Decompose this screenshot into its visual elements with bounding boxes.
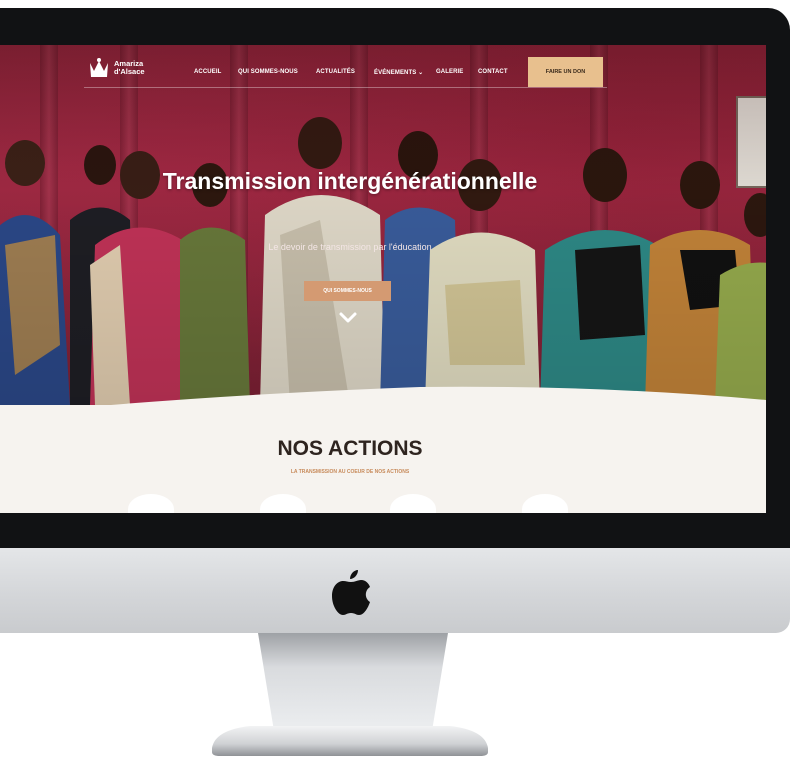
action-card-top[interactable]	[260, 494, 306, 513]
nos-actions-title: NOS ACTIONS	[277, 437, 423, 460]
top-navigation: Amariza d'Alsace ACCUEIL QUI SOMMES-NOUS…	[84, 53, 607, 88]
action-card-top[interactable]	[390, 494, 436, 513]
site-logo[interactable]: Amariza d'Alsace	[88, 57, 158, 83]
donate-button[interactable]: FAIRE UN DON	[528, 57, 603, 87]
imac-chin	[0, 548, 790, 633]
hero-title: Transmission intergénérationnelle	[162, 168, 538, 194]
chevron-down-icon[interactable]	[338, 311, 358, 325]
apple-logo-icon	[332, 570, 370, 615]
nav-actualites[interactable]: ACTUALITÉS	[316, 69, 355, 75]
hero-subtitle: Le devoir de transmission par l'éducatio…	[268, 242, 432, 252]
imac-stand-base	[212, 726, 488, 756]
nos-actions-subtitle: LA TRANSMISSION AU COEUR DE NOS ACTIONS	[290, 469, 410, 475]
nav-contact[interactable]: CONTACT	[478, 69, 508, 75]
action-card-top[interactable]	[128, 494, 174, 513]
nav-qui-sommes-nous[interactable]: QUI SOMMES-NOUS	[238, 69, 298, 75]
action-card-top[interactable]	[522, 494, 568, 513]
hero-overlay	[0, 45, 766, 405]
logo-crown-icon	[90, 58, 108, 77]
hero-section: Amariza d'Alsace ACCUEIL QUI SOMMES-NOUS…	[0, 45, 766, 405]
nav-galerie[interactable]: GALERIE	[436, 69, 463, 75]
imac-stand	[258, 633, 448, 731]
website-screen: Amariza d'Alsace ACCUEIL QUI SOMMES-NOUS…	[0, 45, 766, 513]
hero-cta-button[interactable]: QUI SOMMES-NOUS	[304, 281, 391, 301]
nav-accueil[interactable]: ACCUEIL	[194, 69, 221, 75]
nav-evenements[interactable]: ÉVÉNEMENTS ⌄	[374, 69, 423, 76]
logo-text: Amariza d'Alsace	[114, 59, 145, 76]
